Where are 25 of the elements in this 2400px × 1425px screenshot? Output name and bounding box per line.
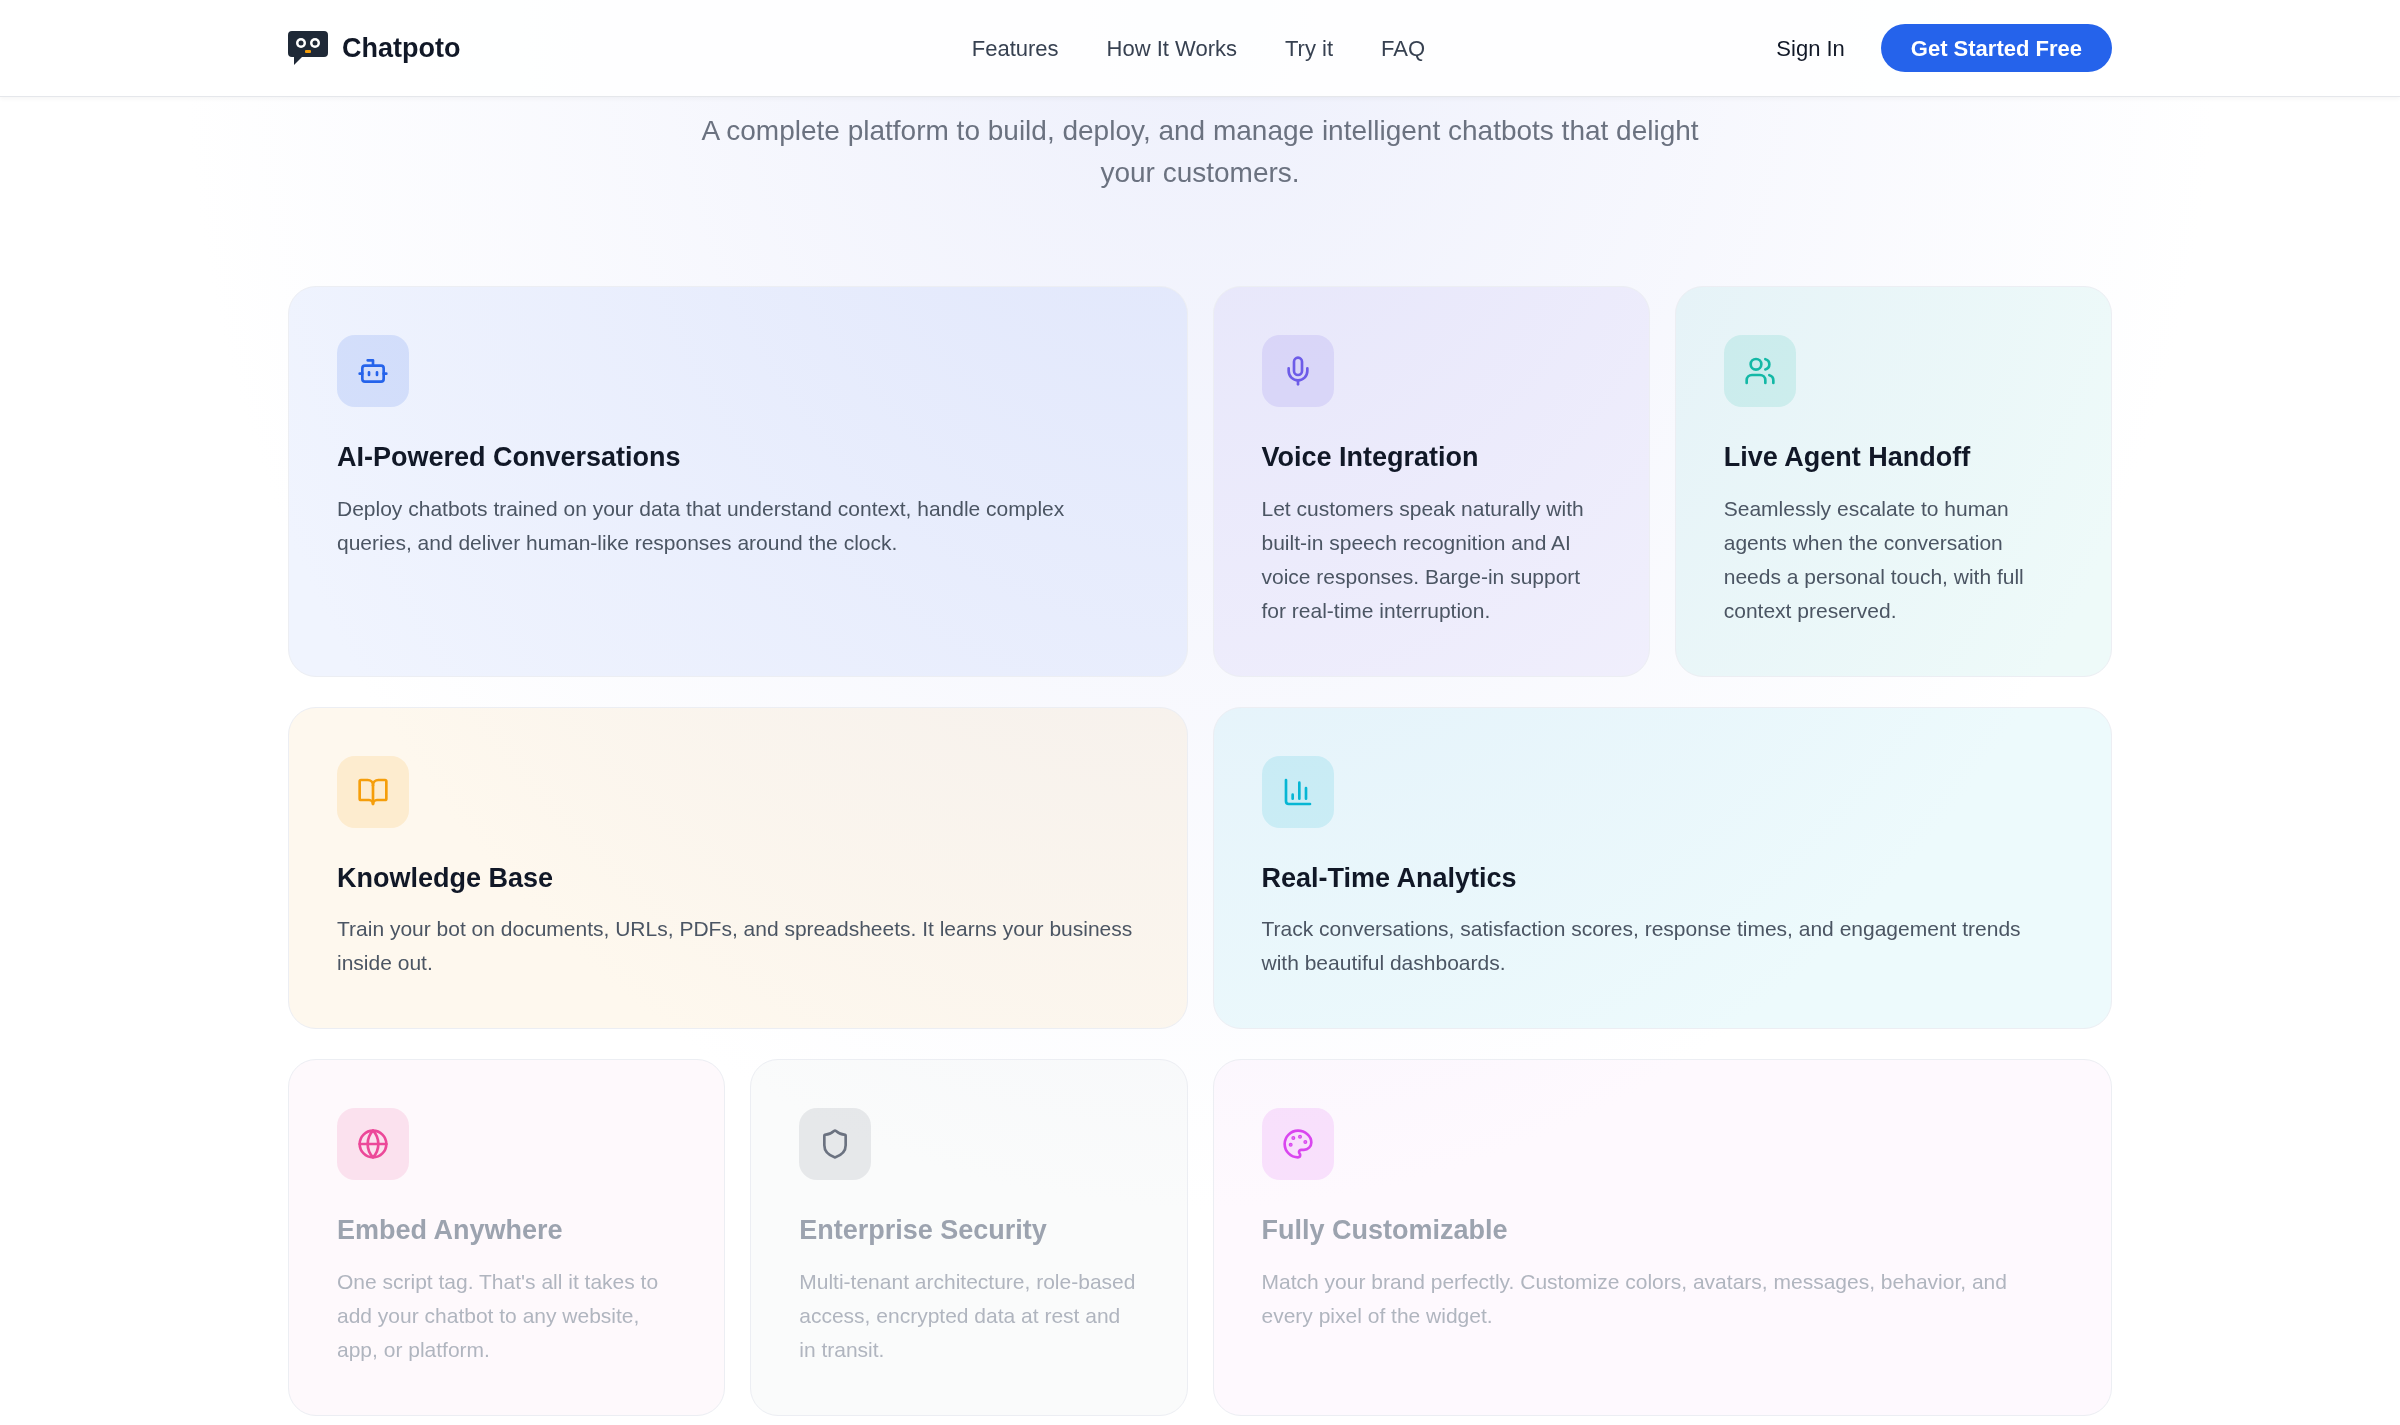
feature-title: Real-Time Analytics [1261,861,1518,895]
nav-link[interactable]: FAQ [1381,31,1426,65]
hero-subtitle: A complete platform to build, deploy, and manage intelligent chatbots that delight your customers. [700,114,1700,190]
feature-description: Train your bot on documents, URLs, PDFs, and spreadsheets. It learns your business inside out. [337,916,1134,976]
feature-title: Live Agent Handoff [1723,441,1972,474]
feature-description: Deploy chatbots trained on your data that understand context, handle complex queries, and deliver human-like responses around the clock. [337,495,1066,556]
nav-link[interactable]: How It Works [1106,31,1237,65]
feature-title: Knowledge Base [337,861,555,895]
feature-title: Embed Anywhere [337,1214,564,1247]
get-started-button[interactable]: Get Started Free [1880,24,2112,72]
feature-title: AI-Powered Conversations [337,441,682,474]
nav-link[interactable]: Try it [1284,31,1334,65]
feature-description: One script tag. That's all it takes to add your chatbot to any website, app, or platform. [337,1268,660,1363]
feature-description: Track conversations, satisfaction scores, response times, and engagement trends with beautiful dashboards. [1261,916,2022,976]
feature-description: Let customers speak naturally with built-in speech recognition and AI voice responses. Barge-in support for real-time interruption. [1261,495,1585,624]
feature-title: Voice Integration [1261,441,1480,474]
nav-link[interactable]: Features [971,31,1059,65]
chat-bubble-logo-icon [288,31,328,65]
sign-in-link[interactable]: Sign In [1776,31,1845,65]
feature-title: Enterprise Security [799,1214,1048,1247]
feature-description: Seamlessly escalate to human agents when the conversation needs a personal touch, with full context preserved. [1723,495,2025,624]
feature-description: Multi-tenant architecture, role-based access, encrypted data at rest and in transit. [799,1268,1137,1363]
feature-description: Match your brand perfectly. Customize colors, avatars, messages, behavior, and every pixel of the widget. [1261,1268,2008,1329]
feature-title: Fully Customizable [1261,1214,1509,1247]
brand-name: Chatpoto [342,31,461,65]
